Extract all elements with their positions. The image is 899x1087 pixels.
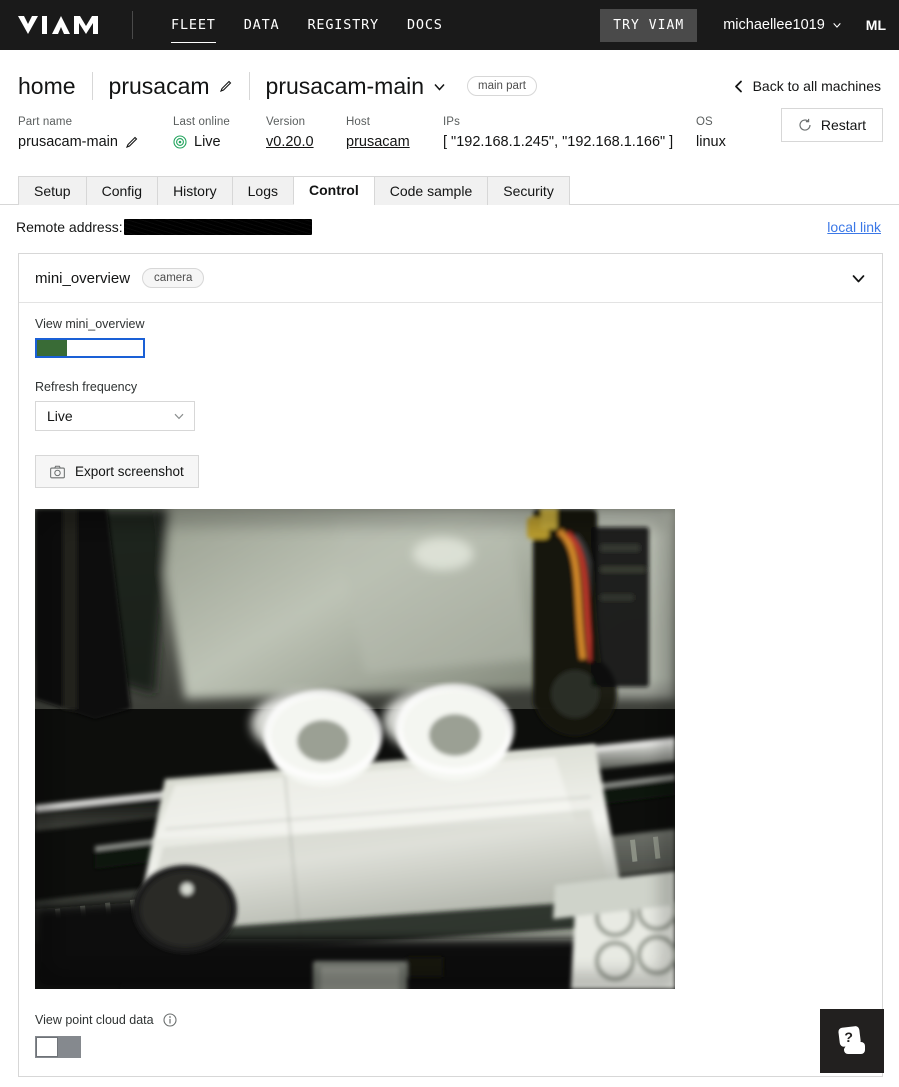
refresh-frequency-select[interactable]: Live — [35, 401, 195, 431]
tab-setup[interactable]: Setup — [18, 176, 86, 205]
remote-address-label: Remote address: — [16, 219, 123, 235]
camera-card-body: View mini_overview Refresh frequency Liv… — [19, 303, 882, 1076]
live-signal-icon — [173, 135, 187, 149]
camera-stream-image[interactable] — [35, 509, 675, 989]
pencil-icon[interactable] — [125, 135, 139, 149]
restart-label: Restart — [820, 117, 866, 133]
meta-value-last-online: Live — [173, 134, 266, 150]
camera-card: mini_overview camera View mini_overview … — [18, 253, 883, 1077]
back-to-all-machines-link[interactable]: Back to all machines — [733, 78, 883, 94]
chevron-down-icon[interactable] — [851, 271, 866, 286]
main-part-badge: main part — [467, 76, 537, 96]
last-online-text: Live — [194, 134, 221, 150]
meta-host: Host prusacam — [346, 116, 443, 150]
meta-ips: IPs [ "192.168.1.245", "192.168.1.166" ] — [443, 116, 696, 150]
chevron-down-icon — [833, 22, 841, 28]
tab-code-sample[interactable]: Code sample — [373, 176, 488, 205]
breadcrumb-part: prusacam-main main part — [266, 73, 537, 100]
user-menu[interactable]: michaellee1019 — [723, 17, 842, 33]
toggle-knob — [67, 340, 89, 356]
point-cloud-row: View point cloud data — [35, 1013, 866, 1027]
tab-security[interactable]: Security — [487, 176, 570, 205]
camera-card-header[interactable]: mini_overview camera — [19, 254, 882, 303]
meta-last-online: Last online Live — [173, 116, 266, 150]
camera-frame-graphic — [35, 509, 675, 989]
tab-logs[interactable]: Logs — [231, 176, 293, 205]
username-label: michaellee1019 — [723, 17, 825, 33]
part-meta-row: Part name prusacam-main Last online Live… — [0, 102, 899, 150]
top-navigation-bar: FLEET DATA REGISTRY DOCS TRY VIAM michae… — [0, 0, 899, 50]
viam-logo[interactable] — [16, 13, 110, 37]
meta-version: Version v0.20.0 — [266, 116, 346, 150]
help-bubble-icon: ? — [838, 1026, 865, 1054]
meta-value-ips: [ "192.168.1.245", "192.168.1.166" ] — [443, 134, 674, 150]
export-screenshot-label: Export screenshot — [75, 464, 184, 479]
restart-button[interactable]: Restart — [780, 108, 883, 142]
chevron-down-icon — [174, 413, 184, 420]
breadcrumb-divider-2 — [248, 72, 250, 100]
breadcrumb-divider — [91, 72, 93, 100]
meta-label-version: Version — [266, 116, 306, 128]
view-camera-toggle-label: View mini_overview — [35, 317, 145, 331]
point-cloud-label: View point cloud data — [35, 1013, 154, 1027]
meta-os: OS linux — [696, 116, 726, 150]
breadcrumb-org: prusacam — [109, 73, 233, 100]
nav-link-data[interactable]: DATA — [230, 13, 294, 37]
tab-control[interactable]: Control — [292, 176, 374, 205]
meta-label-os: OS — [696, 116, 713, 128]
back-link-label: Back to all machines — [752, 78, 881, 94]
point-cloud-toggle[interactable] — [35, 1036, 81, 1058]
meta-part-name: Part name prusacam-main — [18, 116, 173, 150]
remote-address-row: Remote address: local link — [0, 205, 899, 239]
meta-label-host: Host — [346, 116, 371, 128]
tab-history[interactable]: History — [157, 176, 232, 205]
meta-value-part-name: prusacam-main — [18, 134, 173, 150]
refresh-frequency-value: Live — [47, 408, 73, 424]
nav-links: FLEET DATA REGISTRY DOCS — [157, 13, 457, 43]
info-icon[interactable] — [163, 1013, 177, 1027]
remote-address-redacted-value — [123, 219, 312, 235]
version-link[interactable]: v0.20.0 — [266, 134, 314, 150]
pencil-icon[interactable] — [219, 79, 233, 93]
camera-card-title: mini_overview — [35, 269, 131, 287]
breadcrumb-org-label[interactable]: prusacam — [109, 73, 210, 100]
refresh-frequency-label: Refresh frequency — [35, 380, 138, 394]
refresh-icon — [799, 118, 811, 131]
nav-link-registry[interactable]: REGISTRY — [293, 13, 393, 37]
meta-label-ips: IPs — [443, 116, 460, 128]
nav-link-fleet[interactable]: FLEET — [157, 13, 230, 43]
nav-link-docs[interactable]: DOCS — [393, 13, 457, 37]
meta-label-part-name: Part name — [18, 116, 73, 128]
export-screenshot-button[interactable]: Export screenshot — [35, 455, 199, 488]
breadcrumb-home[interactable]: home — [18, 73, 76, 100]
meta-value-host: prusacam — [346, 134, 443, 150]
svg-text:?: ? — [844, 1029, 853, 1045]
camera-type-chip: camera — [142, 268, 205, 288]
toggle-knob — [36, 1037, 58, 1057]
tab-config[interactable]: Config — [85, 176, 158, 205]
meta-value-version: v0.20.0 — [266, 134, 346, 150]
local-link[interactable]: local link — [827, 219, 881, 235]
meta-label-last-online: Last online — [173, 116, 230, 128]
avatar[interactable]: ML — [866, 17, 886, 33]
host-link[interactable]: prusacam — [346, 134, 410, 150]
try-viam-button[interactable]: TRY VIAM — [600, 8, 698, 42]
chevron-down-icon[interactable] — [433, 80, 446, 93]
chevron-left-icon — [734, 80, 742, 92]
breadcrumb-part-label[interactable]: prusacam-main — [266, 73, 425, 100]
part-tabs: Setup Config History Logs Control Code s… — [0, 176, 899, 205]
app-root: FLEET DATA REGISTRY DOCS TRY VIAM michae… — [0, 0, 899, 1087]
nav-divider — [132, 11, 133, 39]
part-name-text: prusacam-main — [18, 134, 118, 150]
view-camera-toggle[interactable] — [35, 338, 145, 358]
meta-value-os: linux — [696, 134, 726, 150]
camera-icon — [50, 465, 65, 478]
nav-right-group: TRY VIAM michaellee1019 ML — [600, 8, 886, 42]
toggle-fill — [37, 340, 67, 356]
breadcrumb: home prusacam prusacam-main main part Ba… — [0, 50, 899, 102]
help-chat-widget-button[interactable]: ? — [820, 1009, 884, 1073]
